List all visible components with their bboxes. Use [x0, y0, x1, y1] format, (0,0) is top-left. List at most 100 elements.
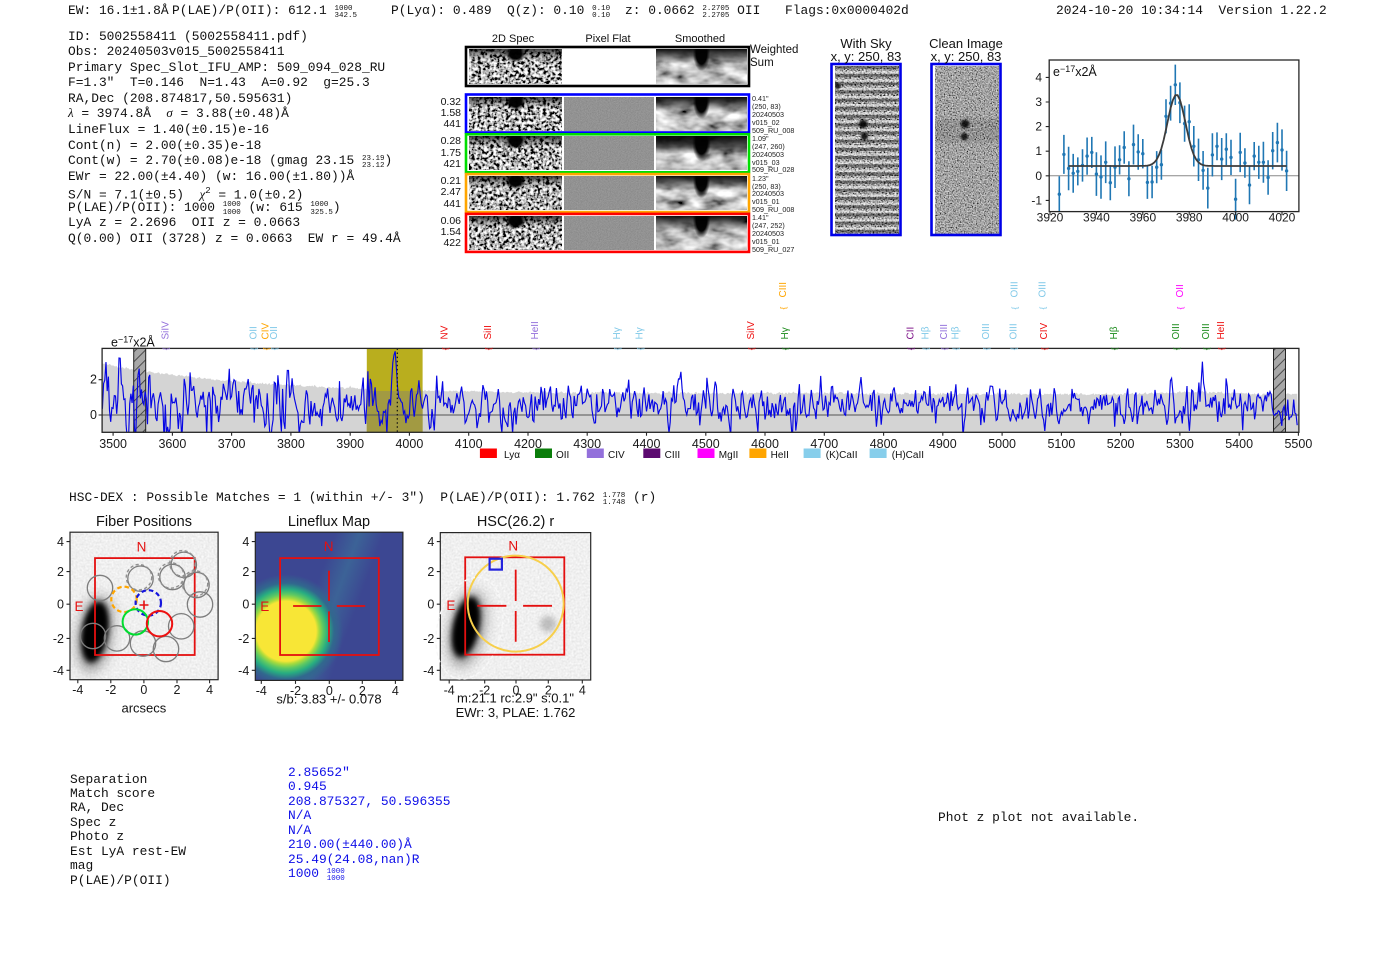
- svg-text:{: {: [1216, 347, 1226, 350]
- svg-text:0: 0: [242, 598, 249, 612]
- svg-text:-2: -2: [423, 632, 434, 646]
- svg-text:3900: 3900: [336, 437, 364, 451]
- svg-text:4100: 4100: [455, 437, 483, 451]
- svg-text:2: 2: [90, 373, 97, 387]
- svg-text:x, y: 250, 83: x, y: 250, 83: [931, 49, 1002, 64]
- svg-text:2: 2: [1035, 120, 1042, 134]
- svg-text:OIII: OIII: [1038, 281, 1049, 297]
- svg-text:{: {: [1109, 347, 1119, 350]
- svg-text:N: N: [508, 539, 518, 554]
- svg-text:m:21.1 rc:2.9" s:0.1": m:21.1 rc:2.9" s:0.1": [457, 691, 574, 706]
- svg-text:{: {: [269, 347, 279, 350]
- svg-text:OII: OII: [248, 326, 259, 339]
- svg-text:4000: 4000: [1222, 211, 1249, 225]
- svg-text:OII: OII: [556, 450, 569, 461]
- svg-text:-4: -4: [238, 664, 249, 678]
- svg-text:{: {: [1171, 347, 1181, 350]
- svg-text:{: {: [1039, 347, 1049, 350]
- svg-text:3600: 3600: [158, 437, 186, 451]
- svg-text:3940: 3940: [1083, 211, 1110, 225]
- svg-text:3800: 3800: [277, 437, 305, 451]
- svg-text:-4: -4: [256, 684, 267, 698]
- svg-text:{: {: [612, 347, 622, 350]
- svg-text:-2: -2: [53, 632, 64, 646]
- svg-text:{: {: [1038, 307, 1048, 310]
- svg-text:Fiber Positions: Fiber Positions: [96, 514, 192, 530]
- svg-text:HSC(26.2) r: HSC(26.2) r: [477, 514, 555, 530]
- svg-text:5200: 5200: [1107, 437, 1135, 451]
- svg-text:-2: -2: [238, 632, 249, 646]
- svg-text:{: {: [161, 347, 171, 350]
- svg-text:4: 4: [206, 683, 213, 697]
- svg-text:OIII: OIII: [1171, 323, 1182, 339]
- svg-text:Smoothed: Smoothed: [675, 33, 725, 45]
- svg-text:{: {: [635, 347, 645, 350]
- svg-text:e−17x2Å: e−17x2Å: [111, 335, 155, 350]
- svg-text:Hβ: Hβ: [921, 326, 932, 339]
- svg-text:{: {: [939, 347, 949, 350]
- svg-text:4: 4: [242, 535, 249, 549]
- svg-text:{: {: [746, 347, 756, 350]
- svg-text:{: {: [778, 307, 788, 310]
- svg-text:{: {: [906, 347, 916, 350]
- svg-text:5100: 5100: [1047, 437, 1075, 451]
- svg-text:1: 1: [1035, 144, 1042, 158]
- svg-text:{: {: [483, 347, 493, 350]
- svg-text:4: 4: [579, 684, 586, 698]
- svg-text:{: {: [981, 347, 991, 350]
- svg-text:{: {: [951, 347, 961, 350]
- svg-text:CIII: CIII: [665, 450, 681, 461]
- svg-text:x, y: 250, 83: x, y: 250, 83: [831, 49, 902, 64]
- svg-text:2: 2: [427, 565, 434, 579]
- svg-text:{: {: [1009, 347, 1019, 350]
- svg-text:4: 4: [1035, 70, 1042, 84]
- svg-text:CIII: CIII: [939, 324, 950, 340]
- svg-text:N: N: [137, 540, 147, 555]
- svg-text:NV: NV: [440, 325, 451, 339]
- svg-text:{: {: [249, 347, 259, 350]
- svg-text:{: {: [1010, 307, 1020, 310]
- svg-text:arcsecs: arcsecs: [122, 701, 167, 716]
- svg-text:Hβ: Hβ: [1109, 326, 1120, 339]
- svg-text:OIII: OIII: [1010, 281, 1021, 297]
- svg-text:Hγ: Hγ: [780, 327, 791, 339]
- svg-text:Hβ: Hβ: [951, 326, 962, 339]
- svg-text:OII: OII: [1175, 284, 1186, 297]
- svg-text:CII: CII: [906, 327, 917, 340]
- svg-text:(K)CaII: (K)CaII: [826, 450, 858, 461]
- svg-text:MgII: MgII: [719, 450, 738, 461]
- svg-text:0: 0: [90, 408, 97, 422]
- svg-text:SiII: SiII: [483, 325, 494, 339]
- svg-text:5000: 5000: [988, 437, 1016, 451]
- svg-text:3500: 3500: [99, 437, 127, 451]
- svg-text:4020: 4020: [1269, 211, 1296, 225]
- svg-text:2: 2: [242, 565, 249, 579]
- svg-text:s/b: 3.83 +/- 0.078: s/b: 3.83 +/- 0.078: [276, 692, 381, 707]
- svg-text:HeII: HeII: [1216, 321, 1227, 339]
- svg-text:5500: 5500: [1284, 437, 1312, 451]
- svg-text:0: 0: [427, 598, 434, 612]
- svg-text:{: {: [530, 347, 540, 350]
- svg-text:E: E: [446, 598, 455, 613]
- svg-text:2D Spec: 2D Spec: [492, 33, 535, 45]
- svg-text:2: 2: [57, 565, 64, 579]
- svg-text:CIII: CIII: [778, 282, 789, 298]
- svg-text:{: {: [1201, 347, 1211, 350]
- svg-text:4000: 4000: [395, 437, 423, 451]
- svg-text:4: 4: [427, 535, 434, 549]
- svg-text:-4: -4: [444, 684, 455, 698]
- svg-text:Pixel Flat: Pixel Flat: [585, 33, 630, 45]
- svg-text:{: {: [1175, 307, 1185, 310]
- svg-text:Lyα: Lyα: [504, 450, 520, 461]
- svg-text:-2: -2: [105, 683, 116, 697]
- svg-text:-4: -4: [53, 664, 64, 678]
- svg-text:{: {: [780, 347, 790, 350]
- svg-text:2: 2: [174, 683, 181, 697]
- svg-text:OIII: OIII: [1201, 323, 1212, 339]
- svg-text:0: 0: [57, 598, 64, 612]
- svg-text:0: 0: [140, 683, 147, 697]
- svg-text:HeII: HeII: [771, 450, 789, 461]
- svg-text:N: N: [324, 539, 334, 554]
- svg-text:e−17x2Å: e−17x2Å: [1053, 64, 1097, 79]
- svg-text:3: 3: [1035, 95, 1042, 109]
